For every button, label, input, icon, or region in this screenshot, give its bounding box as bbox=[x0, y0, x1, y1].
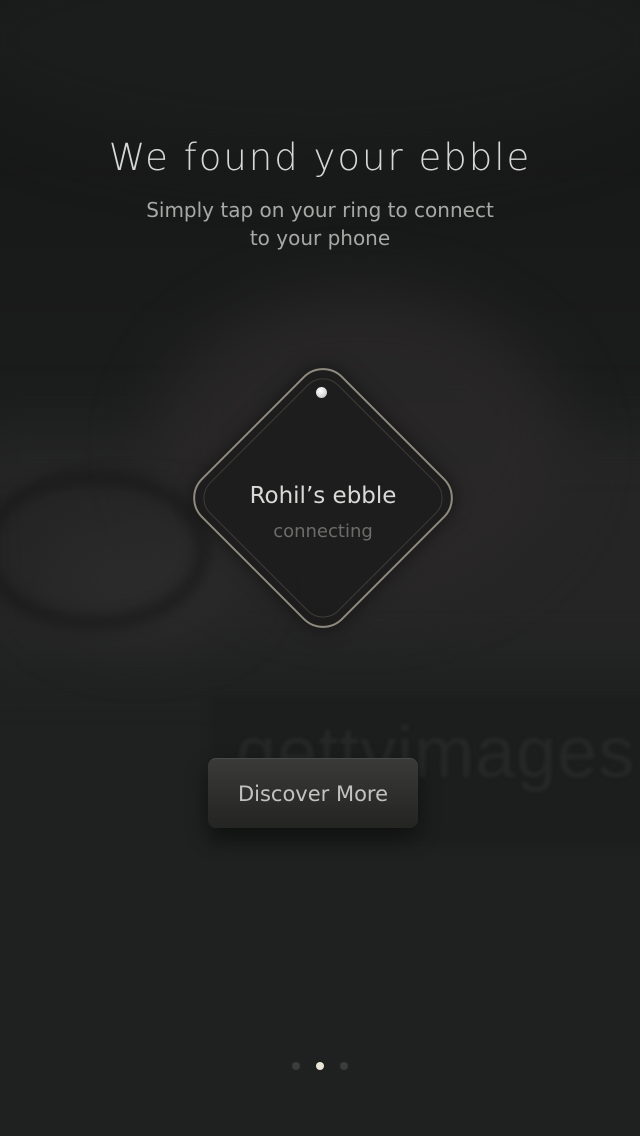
device-status: connecting bbox=[273, 521, 373, 542]
pairing-screen: gettyimages We found your ebble Simply t… bbox=[0, 0, 640, 1136]
background-glasses bbox=[0, 470, 210, 630]
page-title: We found your ebble bbox=[108, 136, 532, 179]
subtitle-line-1: Simply tap on your ring to connect bbox=[146, 198, 494, 222]
page-dot-2-active[interactable] bbox=[316, 1062, 324, 1070]
page-indicator bbox=[0, 1062, 640, 1070]
device-card[interactable]: Rohil’s ebble connecting bbox=[181, 356, 465, 640]
page-subtitle: Simply tap on your ring to connect to yo… bbox=[120, 196, 520, 252]
subtitle-line-2: to your phone bbox=[249, 226, 391, 250]
page-dot-3[interactable] bbox=[340, 1062, 348, 1070]
connection-indicator-dot bbox=[316, 387, 327, 398]
device-name: Rohil’s ebble bbox=[249, 483, 397, 509]
page-dot-1[interactable] bbox=[292, 1062, 300, 1070]
discover-more-button[interactable]: Discover More bbox=[208, 758, 418, 828]
